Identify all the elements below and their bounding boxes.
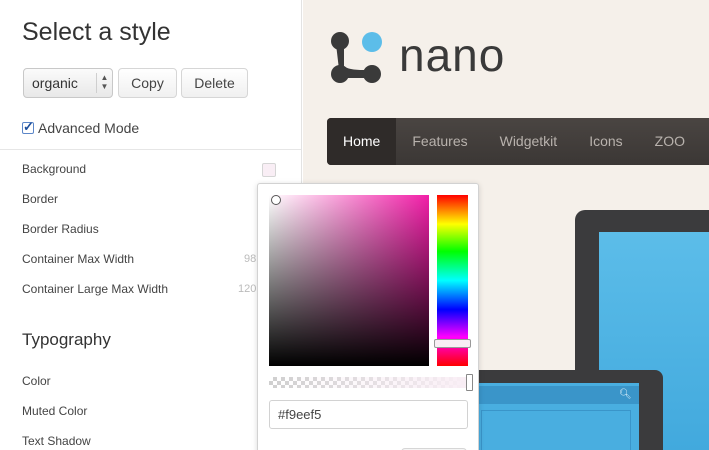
color-picker-popup [257,183,479,450]
property-label-container-large-max-width: Container Large Max Width [22,282,169,296]
property-label-background: Background [22,162,87,176]
property-label-border: Border [22,192,59,206]
hue-slider-handle[interactable] [434,339,471,348]
advanced-mode-label: Advanced Mode [38,120,140,136]
copy-button[interactable]: Copy [118,68,177,98]
property-label-border-radius: Border Radius [22,222,99,236]
search-icon: 🔍︎ [619,389,632,400]
nav-item-icons[interactable]: Icons [573,118,638,165]
nano-logo-icon [331,32,382,83]
property-label-container-max-width: Container Max Width [22,252,135,266]
container-max-width-value[interactable]: 98 [244,253,256,265]
logo-text: nano [399,29,506,81]
divider [0,149,301,150]
style-select-value: organic [32,75,78,91]
nav-item-home[interactable]: Home [327,118,397,165]
hex-color-input[interactable] [269,400,468,429]
background-color-swatch[interactable] [262,163,276,177]
property-label-muted-color: Muted Color [22,404,88,418]
saturation-handle[interactable] [271,195,281,205]
laptop-screen-content [481,410,631,450]
panel-title: Select a style [22,18,171,46]
laptop-screen-header [473,386,639,404]
preview-navbar: Home Features Widgetkit Icons ZOO [327,118,709,165]
style-select[interactable]: organic ▲ ▼ [23,68,113,98]
nav-item-features[interactable]: Features [396,118,483,165]
nav-item-zoo[interactable]: ZOO [639,118,701,165]
select-arrows-icon: ▲ ▼ [96,73,112,93]
delete-button[interactable]: Delete [181,68,248,98]
property-label-color: Color [22,374,51,388]
nav-item-widgetkit[interactable]: Widgetkit [484,118,574,165]
property-label-text-shadow: Text Shadow [22,434,91,448]
advanced-mode-toggle[interactable]: Advanced Mode [22,119,140,136]
container-large-max-width-value[interactable]: 120 [238,283,256,295]
section-title-typography: Typography [22,330,111,349]
alpha-slider-handle[interactable] [466,374,473,391]
alpha-slider[interactable] [269,377,468,388]
advanced-mode-checkbox[interactable] [22,119,34,135]
saturation-brightness-area[interactable] [269,195,429,366]
